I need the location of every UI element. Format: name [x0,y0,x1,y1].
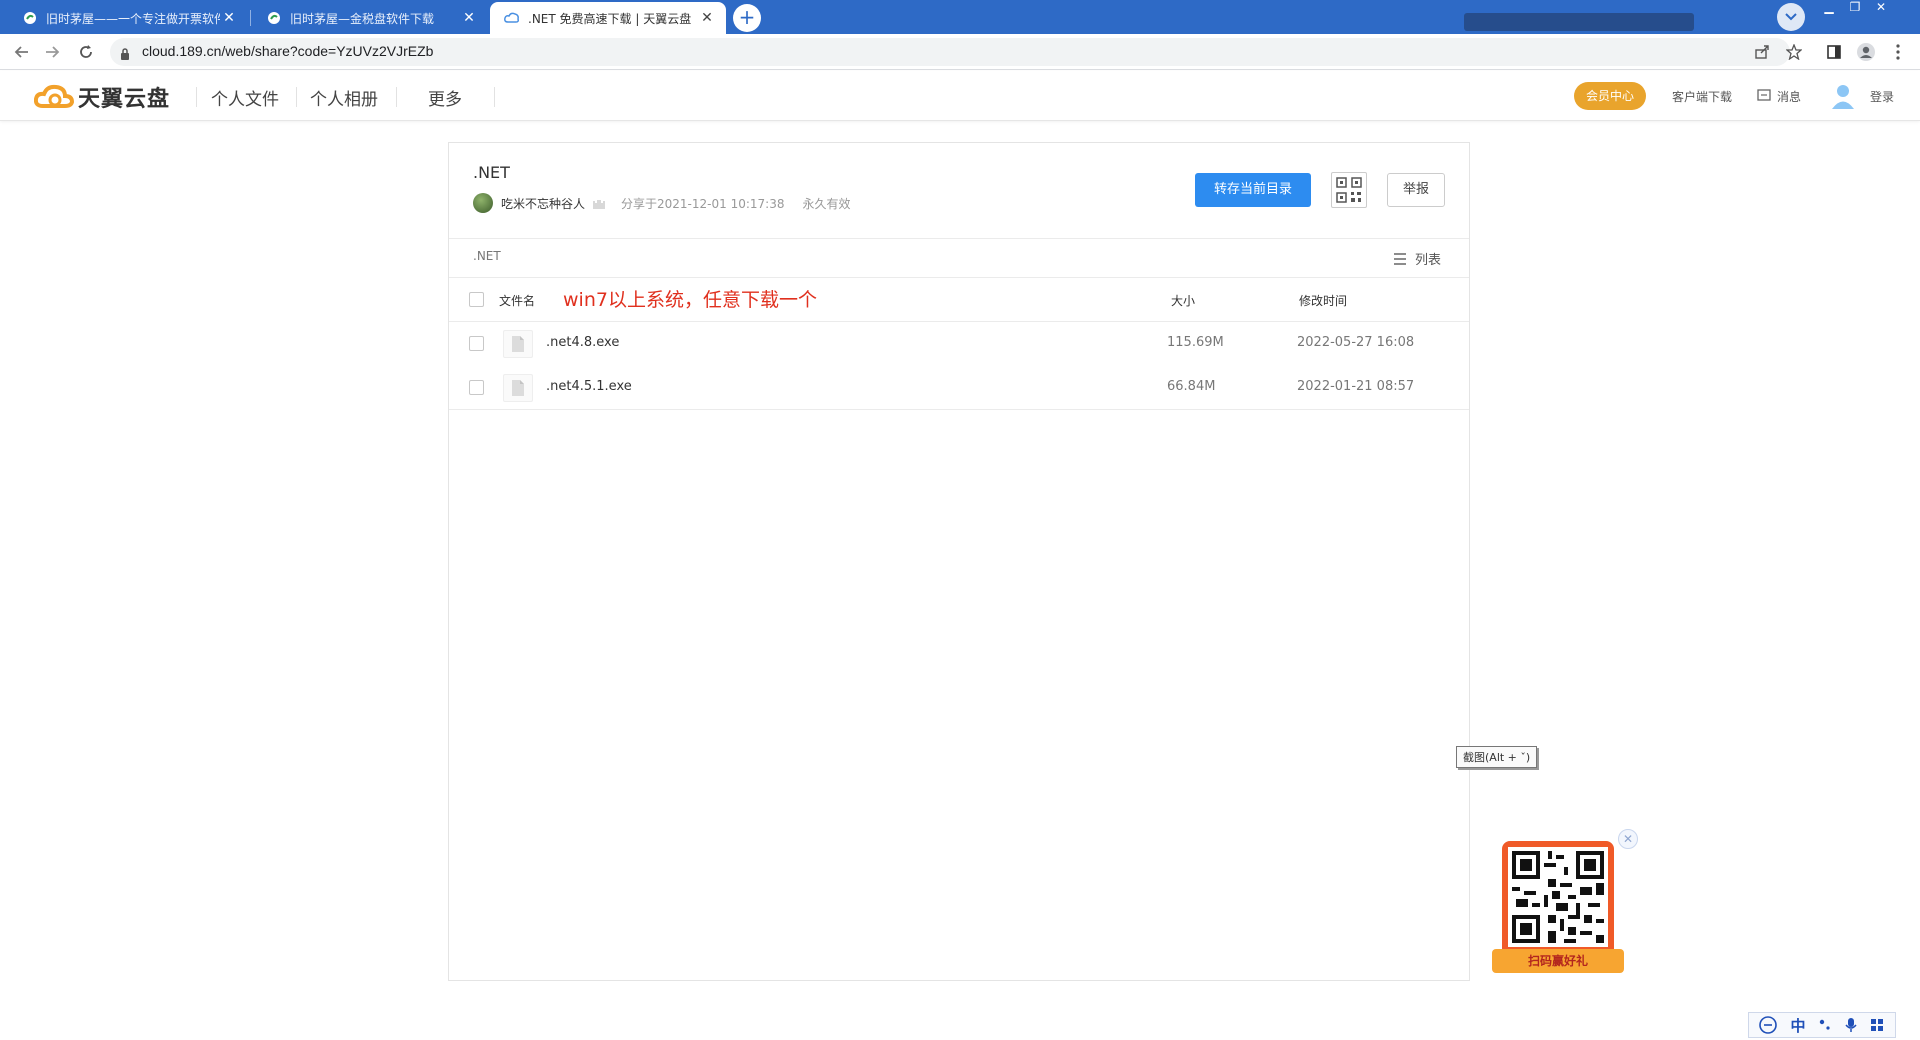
save-to-directory-button[interactable]: 转存当前目录 [1195,173,1311,207]
reload-icon [80,45,92,58]
screenshot-tooltip: 截图(Alt + ˇ) [1456,746,1538,768]
list-end-divider [449,409,1469,410]
share-title: .NET [473,163,510,182]
file-size: 115.69M [1167,335,1224,350]
tab-title: 旧时茅屋——一个专注做开票软件 [46,11,220,26]
nav-more[interactable]: 更多 [428,85,462,110]
cloud-logo-icon [34,84,74,108]
file-row[interactable]: .net4.8.exe 115.69M 2022-05-27 16:08 [449,321,1469,365]
site-favicon-icon [22,10,38,26]
tab-search-button[interactable] [1777,3,1805,31]
close-tab-icon[interactable]: ✕ [698,10,716,26]
ime-toolbar[interactable]: 中 [1748,1012,1896,1038]
owner-name[interactable]: 吃米不忘种谷人 [501,195,585,212]
owner-avatar [473,193,493,213]
tab-divider [250,10,251,26]
close-tab-icon[interactable]: ✕ [460,10,478,26]
nav-divider [296,87,297,107]
browser-tab-active[interactable]: .NET 免费高速下载 | 天翼云盘 ✕ [490,2,726,34]
arrow-right-icon [46,46,60,58]
close-window-icon[interactable]: ✕ [1870,0,1892,16]
file-modified: 2022-05-27 16:08 [1297,335,1415,350]
browser-toolbar: cloud.189.cn/web/share?code=YzUVz2VJrEZb [0,34,1920,70]
annotation-text: win7以上系统，任意下载一个 [563,289,817,311]
header-divider [449,238,1469,239]
castle-badge-icon [591,195,607,211]
file-row[interactable]: .net4.5.1.exe 66.84M 2022-01-21 08:57 [449,365,1469,409]
logo-text: 天翼云盘 [78,87,171,112]
file-checkbox[interactable] [469,380,484,395]
share-panel: .NET 吃米不忘种谷人 分享于2021-12-01 10:17:38 永久有效… [448,142,1470,981]
site-favicon-icon [266,10,282,26]
file-icon [503,374,533,402]
arrow-left-icon [14,46,28,58]
share-time: 分享于2021-12-01 10:17:38 [621,196,785,211]
grid-menu-icon [1871,1019,1884,1031]
close-tab-icon[interactable]: ✕ [220,10,238,26]
back-button[interactable] [12,42,32,62]
qr-code-button[interactable] [1331,172,1367,208]
nav-personal-album[interactable]: 个人相册 [310,85,378,110]
restore-icon[interactable]: ❐ [1844,0,1866,16]
forward-button[interactable] [42,42,62,62]
nav-divider [196,87,197,107]
punctuation-icon [1820,1019,1831,1030]
messages-link[interactable]: 消息 [1777,88,1801,105]
file-name[interactable]: .net4.5.1.exe [546,379,632,394]
file-checkbox[interactable] [469,336,484,351]
file-name[interactable]: .net4.8.exe [546,335,619,350]
ime-language-toggle[interactable]: 中 [1790,1015,1805,1036]
reload-button[interactable] [76,42,96,62]
browser-tab-1[interactable]: 旧时茅屋——一个专注做开票软件 ✕ [8,2,248,34]
share-validity: 永久有效 [802,196,851,211]
url-text[interactable]: cloud.189.cn/web/share?code=YzUVz2VJrEZb [142,43,433,59]
nav-personal-files[interactable]: 个人文件 [211,85,279,110]
tab-title: 旧时茅屋—金税盘软件下载 [290,11,435,26]
column-header-name[interactable]: 文件名 [499,292,535,309]
breadcrumb[interactable]: .NET [473,249,501,263]
cloud-favicon-icon [504,10,520,26]
view-mode-toggle[interactable]: 列表 [1393,249,1441,268]
file-icon [503,330,533,358]
chevron-down-icon [1785,13,1797,21]
client-download-link[interactable]: 客户端下载 [1672,88,1732,105]
bookmark-star-icon[interactable] [1784,42,1804,62]
tab-title: .NET 免费高速下载 | 天翼云盘 [528,11,692,26]
minimize-icon[interactable]: ▁ [1818,0,1840,16]
qr-promo-widget[interactable]: 扫码赢好礼 [1492,839,1624,977]
profile-icon[interactable] [1856,42,1876,62]
side-panel-icon[interactable] [1824,42,1844,62]
file-modified: 2022-01-21 08:57 [1297,379,1415,394]
file-size: 66.84M [1167,379,1216,394]
share-page-icon[interactable] [1752,42,1772,62]
view-mode-label: 列表 [1415,253,1442,268]
report-button[interactable]: 举报 [1387,173,1445,207]
list-view-icon [1394,252,1406,265]
vip-center-button[interactable]: 会员中心 [1574,82,1646,110]
microphone-icon [1845,1018,1858,1032]
close-qr-icon[interactable]: ✕ [1618,829,1638,849]
nav-divider [494,87,495,107]
ime-logo-icon [1759,1016,1778,1034]
browser-tab-bar: 旧时茅屋——一个专注做开票软件 ✕ 旧时茅屋—金税盘软件下载 ✕ .NET 免费… [0,0,1920,34]
nav-divider [396,87,397,107]
qr-caption: 扫码赢好礼 [1492,949,1624,973]
site-header: 天翼云盘 个人文件 个人相册 更多 会员中心 客户端下载 消息 登录 [0,71,1920,121]
login-link[interactable]: 登录 [1870,88,1894,105]
more-menu-icon[interactable] [1888,42,1908,62]
breadcrumb-divider [449,277,1469,278]
site-logo[interactable]: 天翼云盘 [34,81,170,113]
column-header-size[interactable]: 大小 [1171,292,1195,309]
message-icon[interactable] [1757,88,1771,107]
column-header-modified[interactable]: 修改时间 [1299,292,1347,309]
user-avatar-icon[interactable] [1830,82,1856,114]
share-meta: 吃米不忘种谷人 分享于2021-12-01 10:17:38 永久有效 [473,193,850,213]
browser-tab-2[interactable]: 旧时茅屋—金税盘软件下载 ✕ [252,2,488,34]
new-tab-button[interactable]: + [733,4,761,32]
select-all-checkbox[interactable] [469,292,484,307]
qr-code-icon [1336,177,1362,203]
qr-code-image [1508,847,1608,947]
lock-icon[interactable] [120,45,130,64]
blurred-profile-region [1464,13,1694,31]
